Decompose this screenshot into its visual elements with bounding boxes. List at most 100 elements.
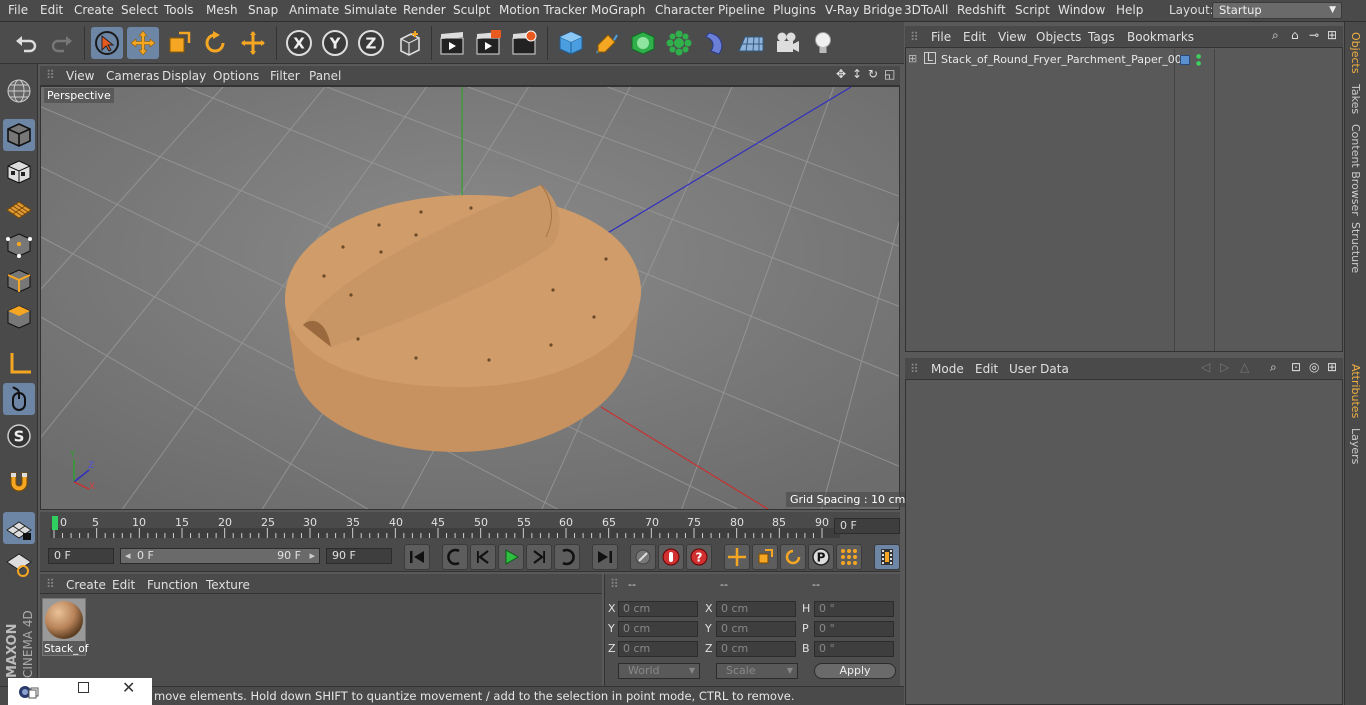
transform-tool-button[interactable]	[237, 27, 269, 59]
record-active-objects-button[interactable]	[658, 544, 684, 570]
attributes-menu-user-data[interactable]: User Data	[1009, 362, 1069, 376]
size-y-field[interactable]: 0 cm	[716, 621, 796, 637]
end-frame-field[interactable]: 90 F	[326, 548, 392, 564]
target-icon[interactable]: ◎	[1309, 360, 1319, 374]
tab-objects[interactable]: Objects	[1349, 32, 1362, 74]
maximize-icon[interactable]	[78, 682, 89, 693]
minimized-window-bar[interactable]: ✕	[8, 678, 152, 705]
maximize-view-icon[interactable]: ◱	[884, 67, 895, 81]
key-rotation-button[interactable]	[780, 544, 806, 570]
previous-frame-button[interactable]	[470, 544, 496, 570]
layout-select[interactable]: Startup ▼	[1212, 2, 1342, 19]
home-icon[interactable]: ⌂	[1291, 28, 1299, 42]
forward-arrow-icon[interactable]: ▷	[1220, 360, 1229, 374]
live-selection-button[interactable]	[91, 27, 123, 59]
menu-select[interactable]: Select	[121, 3, 158, 17]
y-axis-lock-button[interactable]: Y	[319, 27, 351, 59]
current-frame-field[interactable]: 0 F	[834, 518, 900, 534]
timeline-window-button[interactable]	[874, 544, 900, 570]
menu-create[interactable]: Create	[74, 3, 114, 17]
rotation-b-field[interactable]: 0 °	[814, 641, 894, 657]
drag-handle-icon[interactable]: ⠿	[46, 577, 55, 591]
back-arrow-icon[interactable]: ◁	[1201, 360, 1210, 374]
drag-handle-icon[interactable]: ⠿	[46, 68, 55, 82]
viewport-menu-panel[interactable]: Panel	[309, 69, 341, 83]
orbit-view-icon[interactable]: ↻	[868, 67, 878, 81]
attributes-menu-edit[interactable]: Edit	[975, 362, 998, 376]
model-mode-button[interactable]	[3, 119, 35, 151]
link-icon[interactable]: ⊸	[1309, 28, 1319, 42]
expand-plus-icon[interactable]: ⊞	[908, 52, 917, 65]
size-z-field[interactable]: 0 cm	[716, 641, 796, 657]
viewport-menu-cameras[interactable]: Cameras	[106, 69, 159, 83]
tab-structure[interactable]: Structure	[1349, 222, 1362, 273]
objects-menu-edit[interactable]: Edit	[963, 30, 986, 44]
object-row[interactable]: ⊞ L Stack_of_Round_Fryer_Parchment_Paper…	[906, 51, 1189, 70]
redo-button[interactable]	[46, 27, 78, 59]
x-axis-lock-button[interactable]: X	[283, 27, 315, 59]
layer-color-icon[interactable]	[1180, 55, 1190, 65]
material-swatch[interactable]: Stack_of	[42, 598, 88, 656]
apply-button[interactable]: Apply	[814, 663, 896, 679]
menu-vray-bridge[interactable]: V-Ray Bridge	[825, 3, 902, 17]
menu-simulate[interactable]: Simulate	[344, 3, 397, 17]
size-x-field[interactable]: 0 cm	[716, 601, 796, 617]
new-window-icon[interactable]: ⊞	[1327, 360, 1337, 374]
autokeying-button[interactable]: ?	[686, 544, 712, 570]
menu-plugins[interactable]: Plugins	[773, 3, 816, 17]
frame-range-slider[interactable]: ◂ 0 F 90 F ▸	[120, 548, 320, 564]
go-to-end-button[interactable]	[592, 544, 618, 570]
make-editable-button[interactable]	[3, 75, 35, 107]
drag-handle-icon[interactable]: ⠿	[610, 577, 619, 591]
menu-sculpt[interactable]: Sculpt	[453, 3, 490, 17]
edges-mode-button[interactable]	[3, 265, 35, 297]
start-frame-field[interactable]: 0 F	[48, 548, 114, 564]
rotation-p-field[interactable]: 0 °	[814, 621, 894, 637]
viewport-menu-display[interactable]: Display	[162, 69, 206, 83]
material-menu-create[interactable]: Create	[66, 578, 106, 592]
objects-menu-objects[interactable]: Objects	[1036, 30, 1081, 44]
menu-snap[interactable]: Snap	[248, 3, 278, 17]
points-mode-button[interactable]	[3, 229, 35, 261]
key-parameter-button[interactable]: P	[808, 544, 834, 570]
previous-keyframe-button[interactable]	[442, 544, 468, 570]
record-motion-button[interactable]	[630, 544, 656, 570]
timeline-ruler[interactable]	[40, 512, 900, 542]
size-mode-select[interactable]: Scale ▼	[716, 663, 798, 679]
coordinate-mode-select[interactable]: World ▼	[618, 663, 700, 679]
pan-view-icon[interactable]: ✥	[836, 67, 846, 81]
workplane-mode-button[interactable]	[3, 192, 35, 224]
search-icon[interactable]: ⌕	[1272, 28, 1279, 43]
close-icon[interactable]: ✕	[122, 678, 135, 697]
menu-tools[interactable]: Tools	[164, 3, 194, 17]
workplane-lock-button[interactable]	[3, 512, 35, 544]
viewport-menu-view[interactable]: View	[66, 69, 94, 83]
coordinate-system-button[interactable]	[393, 27, 425, 59]
menu-render[interactable]: Render	[403, 3, 446, 17]
up-arrow-icon[interactable]: △	[1240, 360, 1249, 374]
move-tool-button[interactable]	[127, 27, 159, 59]
material-menu-texture[interactable]: Texture	[206, 578, 250, 592]
perspective-viewport[interactable]	[40, 86, 900, 510]
z-axis-lock-button[interactable]: Z	[355, 27, 387, 59]
menu-pipeline[interactable]: Pipeline	[718, 3, 765, 17]
camera-button[interactable]	[771, 27, 803, 59]
play-button[interactable]	[498, 544, 524, 570]
polygons-mode-button[interactable]	[3, 301, 35, 333]
tab-content-browser[interactable]: Content Browser	[1349, 124, 1362, 216]
search-icon[interactable]: ⌕	[1270, 360, 1277, 375]
material-menu-edit[interactable]: Edit	[112, 578, 135, 592]
render-settings-button[interactable]	[508, 27, 540, 59]
deformer-button[interactable]	[699, 27, 731, 59]
tab-layers[interactable]: Layers	[1349, 428, 1362, 464]
material-menu-function[interactable]: Function	[147, 578, 198, 592]
scale-tool-button[interactable]	[163, 27, 195, 59]
objects-menu-tags[interactable]: Tags	[1088, 30, 1115, 44]
position-z-field[interactable]: 0 cm	[618, 641, 698, 657]
snap-button[interactable]	[3, 467, 35, 499]
position-x-field[interactable]: 0 cm	[618, 601, 698, 617]
next-frame-button[interactable]	[526, 544, 552, 570]
menu-redshift[interactable]: Redshift	[957, 3, 1006, 17]
visibility-dots-icon[interactable]: ● ●	[1196, 53, 1201, 67]
menu-script[interactable]: Script	[1015, 3, 1050, 17]
